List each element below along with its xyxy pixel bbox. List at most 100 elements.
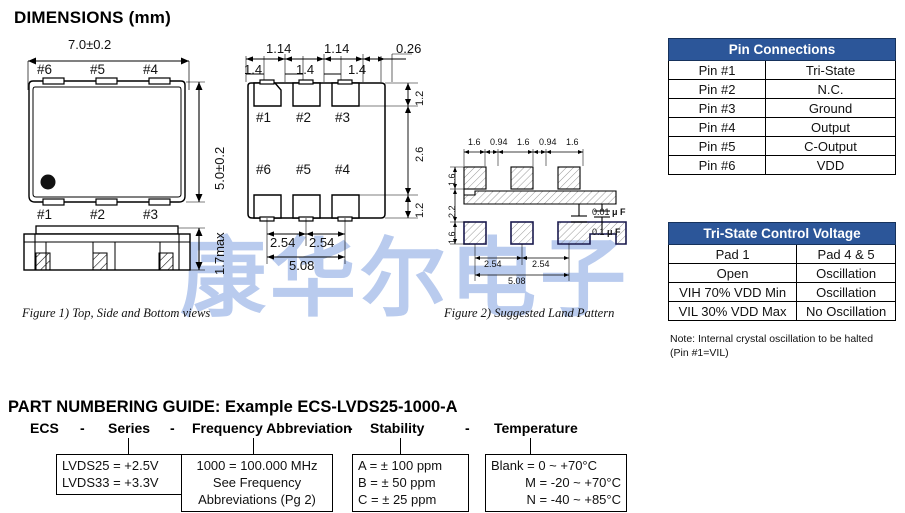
pin-function: Tri-State (765, 60, 896, 80)
pn-field-temperature: Temperature (494, 420, 578, 436)
fig1b-right-dim-1: 1.2 (414, 90, 426, 106)
pn-series-box: LVDS25 = +2.5V LVDS33 = +3.3V (56, 454, 184, 496)
fig2-cap1-number: 0.01 (592, 207, 610, 217)
fig1-pin-label-1: #1 (37, 207, 53, 222)
pn-frequency-opt-3: Abbreviations (Pg 2) (198, 492, 316, 508)
fig2-cap2-value: 0.1 μ F (592, 228, 621, 237)
fig1b-pin-label-5: #5 (296, 162, 312, 177)
fig2-left-dim-2: 2.2 (447, 205, 457, 218)
fig1b-pin-label-4: #4 (335, 162, 351, 177)
fig1b-pin-label-6: #6 (256, 162, 272, 177)
pin-number: Pin #4 (668, 117, 766, 137)
fig2-cap2-number: 0.1 (592, 227, 605, 237)
tristate-col1-header: Pad 1 (667, 244, 798, 264)
tristate-note-line2: (Pin #1=VIL) (670, 347, 729, 360)
tristate-control-voltage-table: Tri-State Control Voltage Pad 1 Pad 4 & … (667, 222, 896, 321)
pn-stability-opt-1: A = ± 100 ppm (358, 458, 443, 473)
fig2-cap2-unit: μ F (607, 227, 621, 237)
figure1-group: 7.0±0.2 #6 #5 #4 #1 #2 #3 5.0±0.2 1.7max (0, 30, 230, 320)
tristate-pad45-value: Oscillation (796, 263, 896, 283)
tristate-pad45-value: No Oscillation (796, 301, 896, 321)
pn-frequency-box: 1000 = 100.000 MHz See Frequency Abbrevi… (181, 454, 333, 513)
pn-leader-temperature (530, 438, 532, 454)
tristate-pad1-value: Open (667, 263, 798, 283)
pn-temperature-opt-2: M = -20 ~ +70°C (525, 475, 621, 491)
pn-stability-box: A = ± 100 ppm B = ± 50 ppm C = ± 25 ppm (352, 454, 469, 513)
pin-function: Output (765, 117, 896, 137)
pn-field-stability: Stability (370, 420, 425, 436)
pn-dash-4: - (465, 420, 470, 436)
part-numbering-title: PART NUMBERING GUIDE: Example ECS-LVDS25… (8, 398, 458, 416)
pin-function: VDD (765, 155, 896, 175)
pn-frequency-opt-1: 1000 = 100.000 MHz (196, 458, 318, 473)
fig1b-pin-label-1: #1 (256, 110, 272, 125)
fig2-left-dim-1: 1.6 (447, 173, 457, 186)
fig1-pin-label-2: #2 (90, 207, 106, 222)
pn-temperature-box: Blank = 0 ~ +70°C M = -20 ~ +70°C N = -4… (485, 454, 627, 513)
pn-field-series: Series (108, 420, 151, 436)
figure1-caption: Figure 1) Top, Side and Bottom views (22, 306, 211, 320)
fig1b-right-dim-2: 2.6 (414, 146, 426, 162)
pn-dash-2: - (170, 420, 175, 436)
pin-function: N.C. (765, 79, 896, 99)
pn-stability-opt-3: C = ± 25 ppm (358, 492, 437, 508)
fig1-pin-label-6: #6 (37, 62, 53, 77)
pin-function: Ground (765, 98, 896, 118)
pn-series-opt-2: LVDS33 = +3.3V (62, 475, 159, 491)
pn-stability-opt-2: B = ± 50 ppm (358, 475, 436, 491)
pin-number: Pin #5 (668, 136, 766, 156)
figure2-caption: Figure 2) Suggested Land Pattern (444, 306, 615, 320)
tristate-pad45-value: Oscillation (796, 282, 896, 302)
pn-leader-stability (400, 438, 402, 454)
figure1b-group: 1.14 1.14 0.26 1.4 1.4 1.4 #1 #2 #3 #6 #… (240, 38, 440, 272)
fig2-cap1-value: 0.01 μ F (592, 208, 626, 217)
tristate-pad1-value: VIH 70% VDD Min (667, 282, 798, 302)
fig1-pin-label-4: #4 (143, 62, 159, 77)
fig1b-pin-label-2: #2 (296, 110, 312, 125)
pn-leader-series (128, 438, 130, 454)
table-row: Pin #1 Tri-State (668, 60, 896, 80)
pn-field-ecs: ECS (30, 420, 59, 436)
pn-dash-3: - (348, 420, 353, 436)
fig2-left-dim-3: 1.6 (447, 231, 457, 244)
part-numbering-group: ECS - Series - Frequency Abbreviation - … (0, 418, 905, 513)
figure2-group: 1.6 0.94 1.6 0.94 1.6 1.6 2.2 1.6 2.54 2… (440, 138, 660, 288)
pn-temperature-opt-1: Blank = 0 ~ +70°C (491, 458, 598, 473)
pn-series-opt-1: LVDS25 = +2.5V (62, 458, 159, 473)
pin-table-header: Pin Connections (668, 38, 896, 61)
table-row: Pad 1 Pad 4 & 5 (667, 244, 896, 264)
fig1-height-label: 5.0±0.2 (212, 146, 227, 190)
table-row: VIL 30% VDD Max No Oscillation (667, 301, 896, 321)
pin-function: C-Output (765, 136, 896, 156)
table-row: Pin #5 C-Output (668, 136, 896, 156)
fig1b-bottom-dim-2: 2.54 (309, 235, 335, 250)
pn-field-frequency: Frequency Abbreviation (192, 420, 352, 436)
pin-number: Pin #6 (668, 155, 766, 175)
fig1-thickness-label: 1.7max (212, 232, 227, 275)
fig2-bottom-dim-2: 2.54 (532, 259, 550, 269)
pin-number: Pin #3 (668, 98, 766, 118)
table-row: Pin #4 Output (668, 117, 896, 137)
fig1b-overall-dim: 5.08 (289, 258, 315, 273)
fig1b-pin-label-3: #3 (335, 110, 351, 125)
table-row: Pin #2 N.C. (668, 79, 896, 99)
tristate-note-line1: Note: Internal crystal oscillation to be… (670, 333, 874, 345)
fig1b-bottom-dim-1: 2.54 (270, 235, 296, 250)
table-row: Open Oscillation (667, 263, 896, 283)
fig1b-right-dim-3: 1.2 (414, 202, 426, 218)
tristate-note: Note: Internal crystal oscillation to be… (670, 332, 873, 360)
page-title: DIMENSIONS (mm) (14, 8, 171, 27)
fig1-pin-label-3: #3 (143, 207, 159, 222)
pn-dash-1: - (80, 420, 85, 436)
pin-connections-table: Pin Connections Pin #1 Tri-State Pin #2 … (668, 38, 896, 175)
fig2-cap1-unit: μ F (612, 207, 626, 217)
tristate-pad1-value: VIL 30% VDD Max (667, 301, 798, 321)
pn-frequency-opt-2: See Frequency (212, 475, 302, 491)
pin-number: Pin #2 (668, 79, 766, 99)
table-row: VIH 70% VDD Min Oscillation (667, 282, 896, 302)
tristate-col2-header: Pad 4 & 5 (796, 244, 896, 264)
table-row: Pin #3 Ground (668, 98, 896, 118)
pn-leader-frequency (253, 438, 255, 454)
pn-temperature-opt-3: N = -40 ~ +85°C (526, 492, 621, 508)
fig1-pin-label-5: #5 (90, 62, 106, 77)
